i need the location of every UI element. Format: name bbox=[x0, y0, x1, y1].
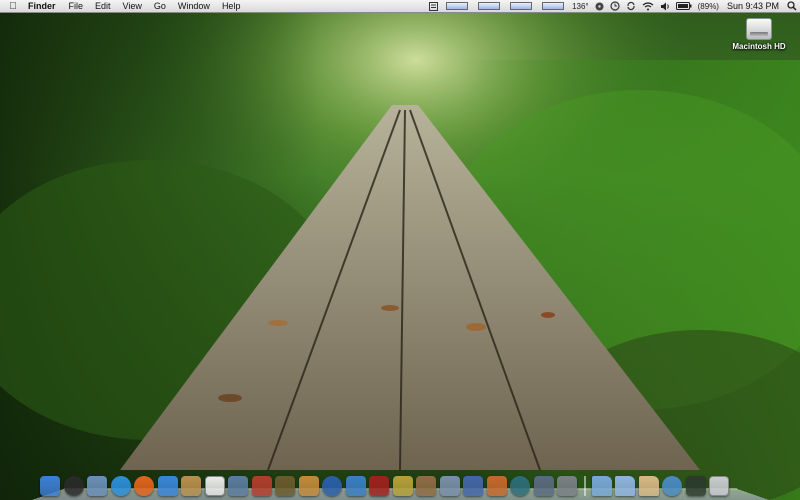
script-icon[interactable] bbox=[426, 0, 441, 13]
disk-meter-icon[interactable] bbox=[505, 0, 537, 13]
firefox-icon[interactable] bbox=[134, 476, 154, 496]
battery-icon[interactable] bbox=[673, 0, 695, 13]
applications-folder-icon[interactable] bbox=[591, 476, 612, 496]
menu-file[interactable]: File bbox=[63, 0, 90, 13]
wifi-icon[interactable] bbox=[639, 0, 657, 13]
trash-icon[interactable] bbox=[709, 476, 729, 496]
temperature-reading[interactable]: 136° bbox=[569, 0, 592, 13]
finder-icon[interactable] bbox=[40, 476, 60, 496]
garageband-icon[interactable] bbox=[298, 476, 319, 496]
menu-bar:  Finder File Edit View Go Window Help 1… bbox=[0, 0, 800, 13]
battery-percentage[interactable]: (89%) bbox=[695, 0, 722, 13]
volume-icon[interactable] bbox=[657, 0, 673, 13]
dictionary-icon[interactable] bbox=[416, 476, 436, 496]
menu-view[interactable]: View bbox=[117, 0, 148, 13]
downloads-stack-icon[interactable] bbox=[638, 476, 659, 496]
fan-icon[interactable] bbox=[592, 0, 607, 13]
spotlight-icon[interactable] bbox=[784, 0, 800, 13]
ical-icon[interactable] bbox=[204, 476, 225, 496]
network-app-icon[interactable] bbox=[486, 476, 507, 496]
time-machine-icon[interactable] bbox=[607, 0, 623, 13]
script-editor-icon[interactable] bbox=[439, 476, 460, 496]
apple-menu-icon[interactable]:  bbox=[0, 0, 26, 13]
time-machine-dock-icon[interactable] bbox=[510, 476, 530, 496]
preview-icon[interactable] bbox=[87, 476, 107, 496]
menu-window[interactable]: Window bbox=[172, 0, 216, 13]
graph-app-icon[interactable] bbox=[463, 476, 483, 496]
network-meter-icon[interactable] bbox=[537, 0, 569, 13]
system-preferences-icon[interactable] bbox=[557, 476, 577, 496]
sync-icon[interactable] bbox=[623, 0, 639, 13]
safari-icon[interactable] bbox=[110, 476, 131, 496]
memory-meter-icon[interactable] bbox=[473, 0, 505, 13]
dashboard-icon[interactable] bbox=[63, 476, 84, 496]
quicktime-icon[interactable] bbox=[322, 476, 342, 496]
menu-edit[interactable]: Edit bbox=[89, 0, 117, 13]
photo-booth-icon[interactable] bbox=[251, 476, 272, 496]
desktop-wallpaper bbox=[0, 0, 800, 500]
menubar-clock[interactable]: Sun 9:43 PM bbox=[722, 0, 784, 13]
cpu-meter-icon[interactable] bbox=[441, 0, 473, 13]
macintosh-hd-label: Macintosh HD bbox=[732, 42, 786, 51]
activity-monitor-icon[interactable] bbox=[685, 476, 706, 496]
dock bbox=[32, 470, 769, 500]
ichat-icon[interactable] bbox=[157, 476, 178, 496]
spaces-icon[interactable] bbox=[533, 476, 554, 496]
status-area: 136° (89%) Sun 9:43 PM bbox=[426, 0, 800, 13]
app-menu-finder[interactable]: Finder bbox=[26, 0, 63, 13]
address-book-icon[interactable] bbox=[181, 476, 201, 496]
dock-icons bbox=[40, 470, 733, 496]
fruit-app-icon[interactable] bbox=[392, 476, 413, 496]
itunes-icon[interactable] bbox=[345, 476, 366, 496]
menu-help[interactable]: Help bbox=[216, 0, 247, 13]
macintosh-hd-desktop-icon[interactable]: Macintosh HD bbox=[728, 18, 790, 51]
menu-go[interactable]: Go bbox=[148, 0, 172, 13]
hard-drive-icon bbox=[746, 18, 772, 40]
dock-separator bbox=[583, 476, 586, 496]
starburst-app-icon[interactable] bbox=[275, 476, 295, 496]
network-globe-icon[interactable] bbox=[662, 476, 682, 496]
photo-app-icon[interactable] bbox=[369, 476, 389, 496]
iphoto-icon[interactable] bbox=[228, 476, 248, 496]
documents-folder-icon[interactable] bbox=[615, 476, 635, 496]
